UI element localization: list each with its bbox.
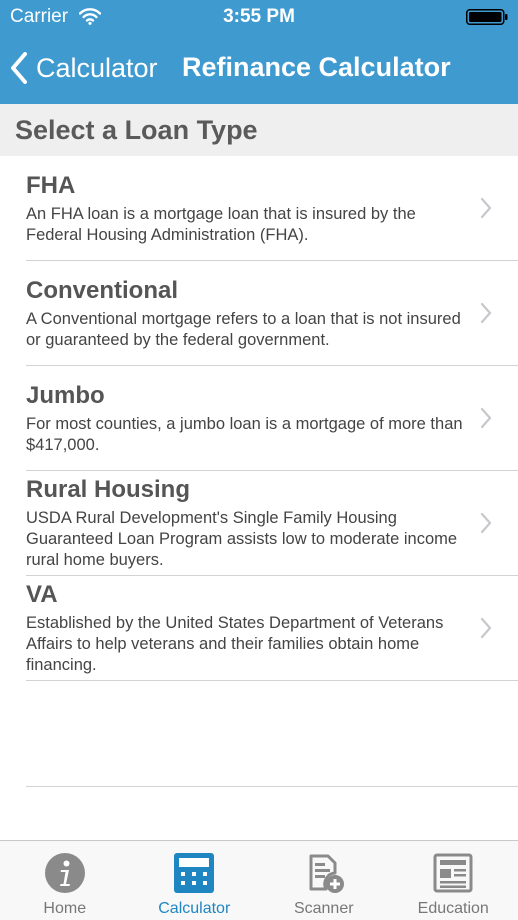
tab-label: Home <box>43 900 87 917</box>
tab-label: Calculator <box>158 900 231 917</box>
tab-education[interactable]: Education <box>389 841 518 920</box>
loan-item-jumbo[interactable]: Jumbo For most counties, a jumbo loan is… <box>0 366 518 471</box>
loan-description: USDA Rural Development's Single Family H… <box>26 509 458 569</box>
section-header: Select a Loan Type <box>0 104 518 156</box>
chevron-right-icon <box>480 302 492 324</box>
list-divider <box>26 786 518 787</box>
chevron-right-icon <box>480 512 492 534</box>
tab-label: Scanner <box>293 900 354 917</box>
tab-home[interactable]: Home <box>0 841 130 920</box>
chevron-right-icon <box>480 617 492 639</box>
loan-title: VA <box>26 581 58 608</box>
chevron-right-icon <box>480 197 492 219</box>
loan-description: Established by the United States Departm… <box>26 614 444 674</box>
loan-item-fha[interactable]: FHA An FHA loan is a mortgage loan that … <box>0 156 518 261</box>
newspaper-icon <box>433 853 473 893</box>
battery-icon <box>466 9 508 25</box>
app: Carrier 3:55 PM Calculator Refinance Cal… <box>0 0 518 920</box>
status-time: 3:55 PM <box>223 6 295 27</box>
scanner-icon <box>309 854 344 893</box>
back-label: Calculator <box>36 52 158 83</box>
loan-description: A Conventional mortgage refers to a loan… <box>26 310 461 349</box>
loan-title: Jumbo <box>26 382 105 409</box>
loan-list: FHA An FHA loan is a mortgage loan that … <box>0 156 518 681</box>
tab-label: Education <box>417 900 489 917</box>
page-title: Refinance Calculator <box>182 52 451 82</box>
section-title: Select a Loan Type <box>15 115 258 145</box>
loan-title: FHA <box>26 172 76 199</box>
chevron-right-icon <box>480 407 492 429</box>
chevron-left-icon <box>11 52 27 84</box>
header: Carrier 3:55 PM Calculator Refinance Cal… <box>0 0 518 104</box>
loan-item-rural-housing[interactable]: Rural Housing USDA Rural Development's S… <box>0 471 518 576</box>
info-icon <box>44 853 85 893</box>
loan-description: For most counties, a jumbo loan is a mor… <box>26 415 463 454</box>
tab-scanner[interactable]: Scanner <box>259 841 389 920</box>
back-button[interactable]: Calculator <box>10 48 158 88</box>
tab-calculator[interactable]: Calculator <box>130 841 260 920</box>
loan-title: Conventional <box>26 277 179 304</box>
loan-item-conventional[interactable]: Conventional A Conventional mortgage ref… <box>0 261 518 366</box>
loan-item-va[interactable]: VA Established by the United States Depa… <box>0 576 518 681</box>
loan-description: An FHA loan is a mortgage loan that is i… <box>26 205 416 244</box>
tab-bar: Home Calculator Scanner Education <box>0 840 518 920</box>
status-bar: Carrier 3:55 PM <box>0 0 518 34</box>
loan-title: Rural Housing <box>26 476 191 503</box>
nav-bar: Calculator Refinance Calculator <box>0 34 518 104</box>
calculator-icon <box>174 853 215 893</box>
